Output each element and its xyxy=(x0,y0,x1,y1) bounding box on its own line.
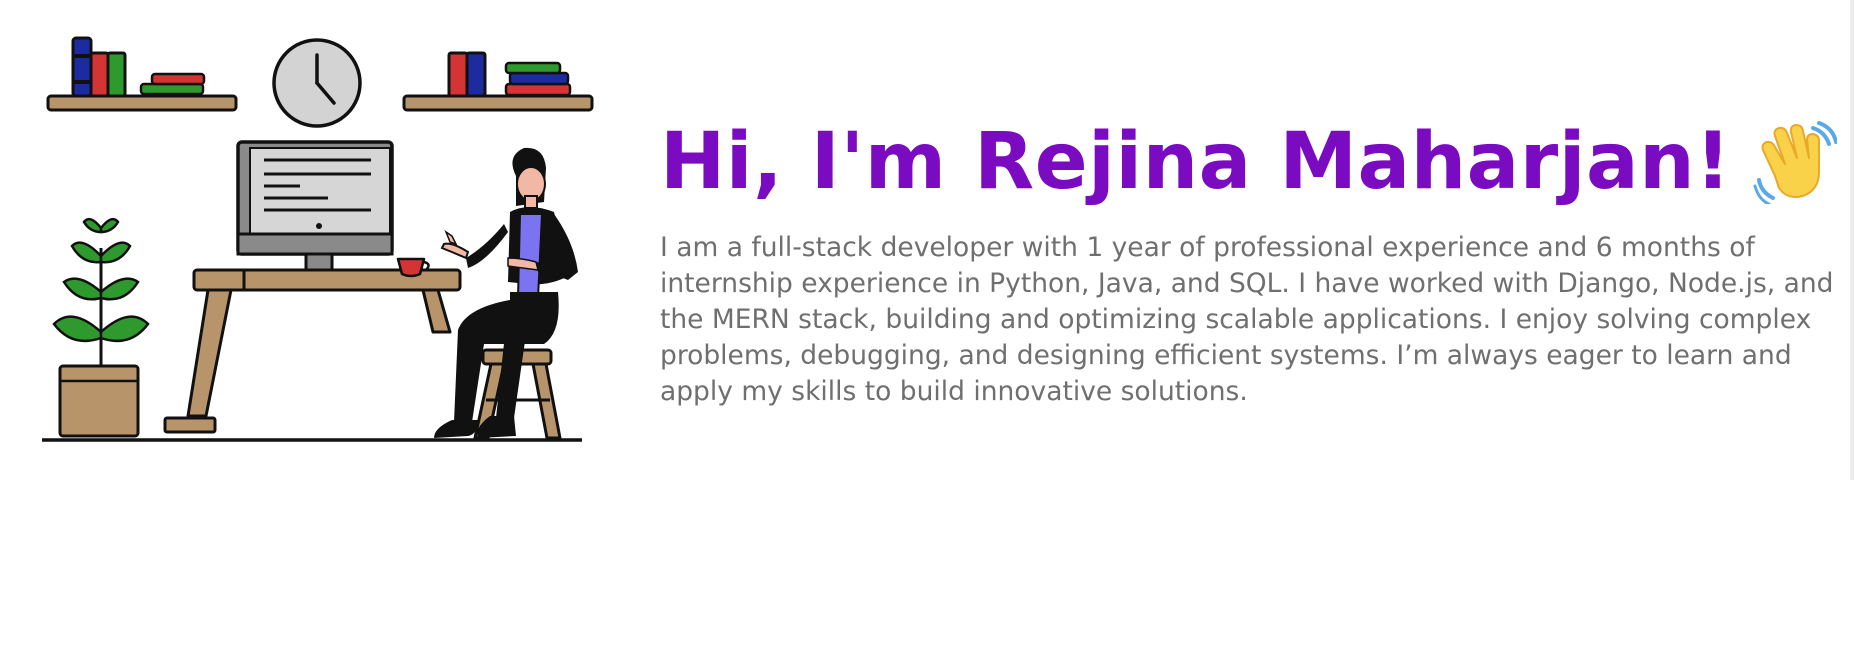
clock-icon xyxy=(272,38,362,128)
page-title: Hi, I'm Rejina Maharjan! xyxy=(660,112,1840,212)
hero-section: Hi, I'm Rejina Maharjan! I am a full-sta… xyxy=(0,0,1854,470)
person-icon xyxy=(434,147,578,438)
monitor-icon xyxy=(236,140,394,272)
waving-hand-icon xyxy=(1753,121,1838,204)
intro-block: Hi, I'm Rejina Maharjan! I am a full-sta… xyxy=(660,112,1840,410)
page: Hi, I'm Rejina Maharjan! I am a full-sta… xyxy=(0,0,1854,648)
scrollbar-track[interactable] xyxy=(1850,0,1854,480)
greeting-text: Hi, I'm Rejina Maharjan! xyxy=(660,117,1732,207)
plant-icon xyxy=(52,217,150,438)
developer-at-desk-illustration xyxy=(42,36,594,442)
desk xyxy=(163,268,462,434)
bio-paragraph: I am a full-stack developer with 1 year … xyxy=(660,232,1834,407)
bookshelf-icon xyxy=(402,51,594,112)
bookshelf-icon xyxy=(46,36,238,112)
